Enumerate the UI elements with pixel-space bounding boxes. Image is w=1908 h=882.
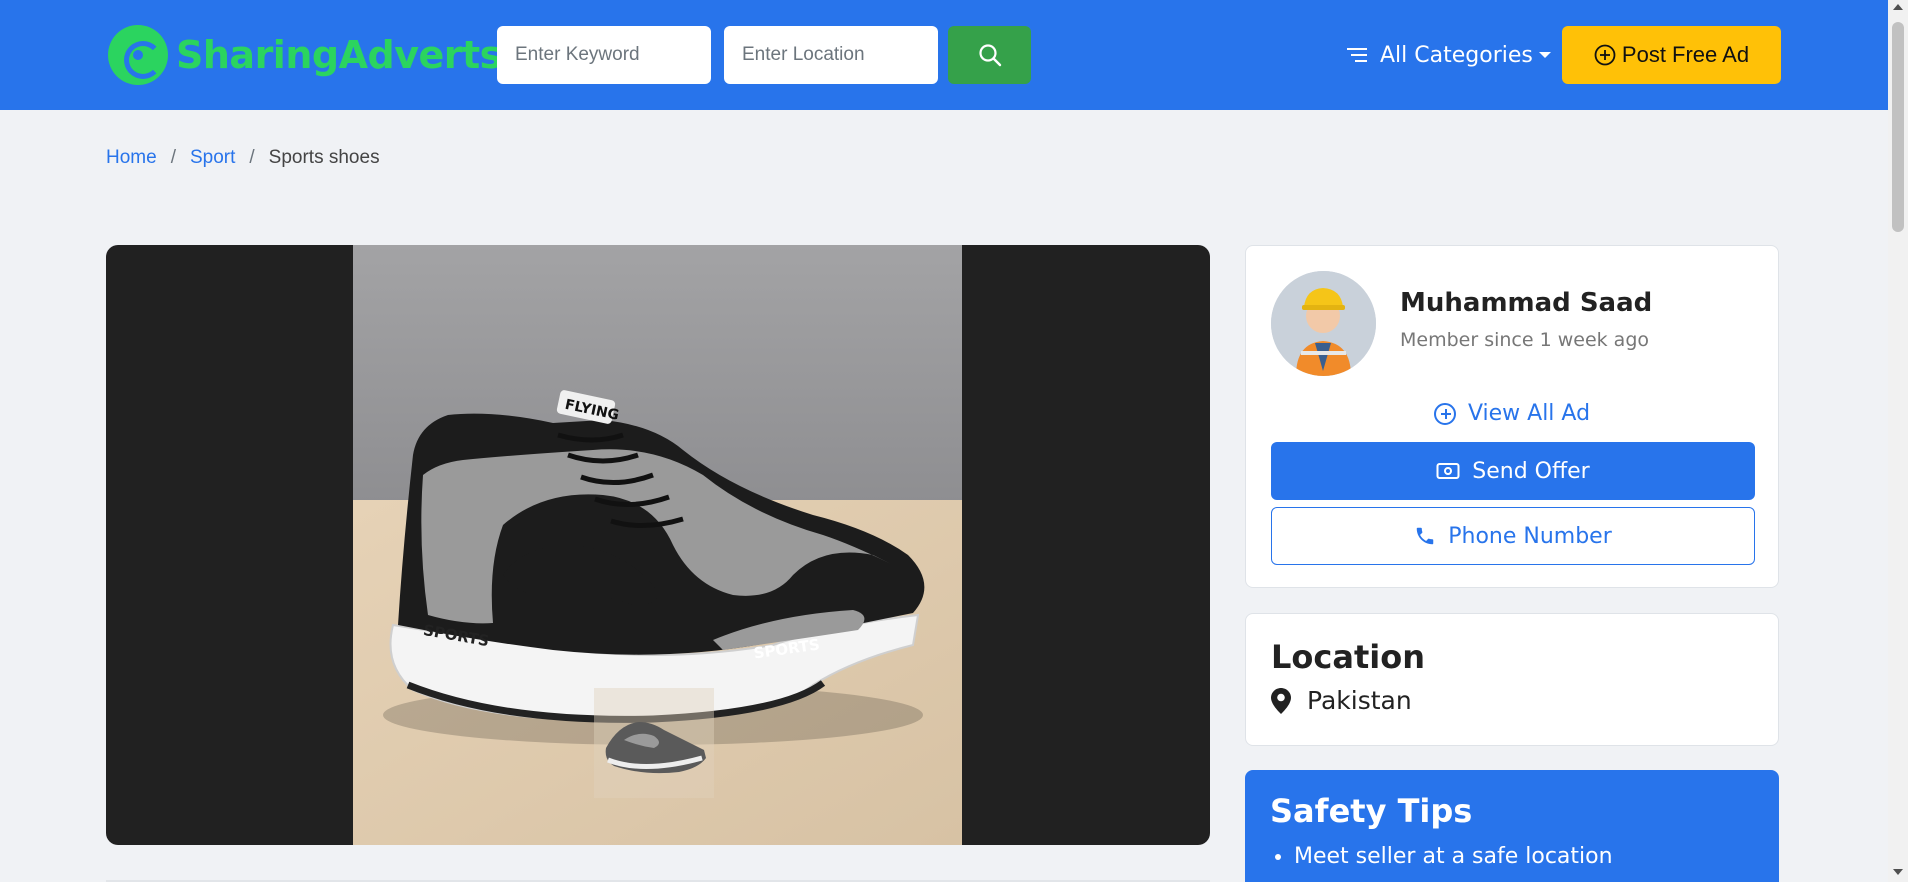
location-value: Pakistan — [1307, 686, 1412, 715]
seller-avatar[interactable] — [1271, 271, 1376, 376]
breadcrumb-sport[interactable]: Sport — [190, 147, 235, 169]
breadcrumb-separator: / — [249, 147, 255, 168]
post-free-ad-button[interactable]: Post Free Ad — [1562, 26, 1781, 84]
chevron-down-icon — [1538, 52, 1551, 58]
location-row: Pakistan — [1271, 686, 1412, 715]
keyword-input[interactable]: Enter Keyword — [497, 26, 711, 84]
location-input[interactable]: Enter Location — [724, 26, 938, 84]
plus-circle-icon — [1594, 44, 1616, 66]
member-since: Member since 1 week ago — [1400, 329, 1650, 351]
breadcrumb-current: Sports shoes — [268, 147, 380, 168]
phone-number-label: Phone Number — [1448, 523, 1612, 549]
logo-text: SharingAdverts — [176, 33, 502, 77]
scrollbar-thumb[interactable] — [1892, 22, 1904, 232]
send-offer-button[interactable]: Send Offer — [1271, 442, 1755, 500]
map-pin-icon — [1271, 687, 1291, 714]
search-button[interactable] — [948, 26, 1031, 84]
breadcrumb: Home / Sport / Sports shoes — [106, 147, 380, 169]
send-offer-label: Send Offer — [1472, 458, 1590, 484]
site-header: SharingAdverts Enter Keyword Enter Locat… — [0, 0, 1888, 110]
search-icon — [978, 44, 1001, 67]
breadcrumb-home[interactable]: Home — [106, 147, 157, 169]
view-all-ads-link[interactable]: View All Ad — [1246, 401, 1778, 426]
safety-tips-list: Meet seller at a safe location — [1294, 844, 1613, 869]
categories-label: All Categories — [1380, 42, 1533, 68]
location-placeholder: Enter Location — [742, 44, 865, 65]
seller-name[interactable]: Muhammad Saad — [1400, 288, 1652, 318]
gallery-thumbnail[interactable] — [594, 688, 714, 798]
ad-image-gallery[interactable]: FLYING SPORTS SPORTS — [106, 245, 1210, 845]
cash-icon — [1436, 463, 1460, 479]
view-all-label: View All Ad — [1467, 401, 1591, 426]
keyword-placeholder: Enter Keyword — [515, 44, 640, 65]
seller-card: Muhammad Saad Member since 1 week ago Vi… — [1245, 245, 1779, 588]
logo-icon — [108, 25, 168, 85]
post-free-ad-label: Post Free Ad — [1621, 42, 1750, 67]
location-card: Location Pakistan — [1245, 613, 1779, 746]
location-title: Location — [1271, 638, 1425, 676]
phone-icon — [1416, 527, 1434, 545]
safety-tip-item: Meet seller at a safe location — [1294, 844, 1613, 869]
menu-lines-icon — [1347, 48, 1367, 62]
breadcrumb-separator: / — [170, 147, 176, 168]
all-categories-dropdown[interactable]: All Categories — [1346, 36, 1551, 74]
safety-tips-title: Safety Tips — [1270, 792, 1473, 830]
phone-number-button[interactable]: Phone Number — [1271, 507, 1755, 565]
scroll-down-arrow-icon[interactable] — [1893, 869, 1903, 875]
site-logo[interactable]: SharingAdverts — [108, 24, 502, 86]
scroll-up-arrow-icon[interactable] — [1893, 4, 1903, 10]
plus-circle-icon — [1433, 402, 1456, 425]
safety-tips-card: Safety Tips Meet seller at a safe locati… — [1245, 770, 1779, 882]
